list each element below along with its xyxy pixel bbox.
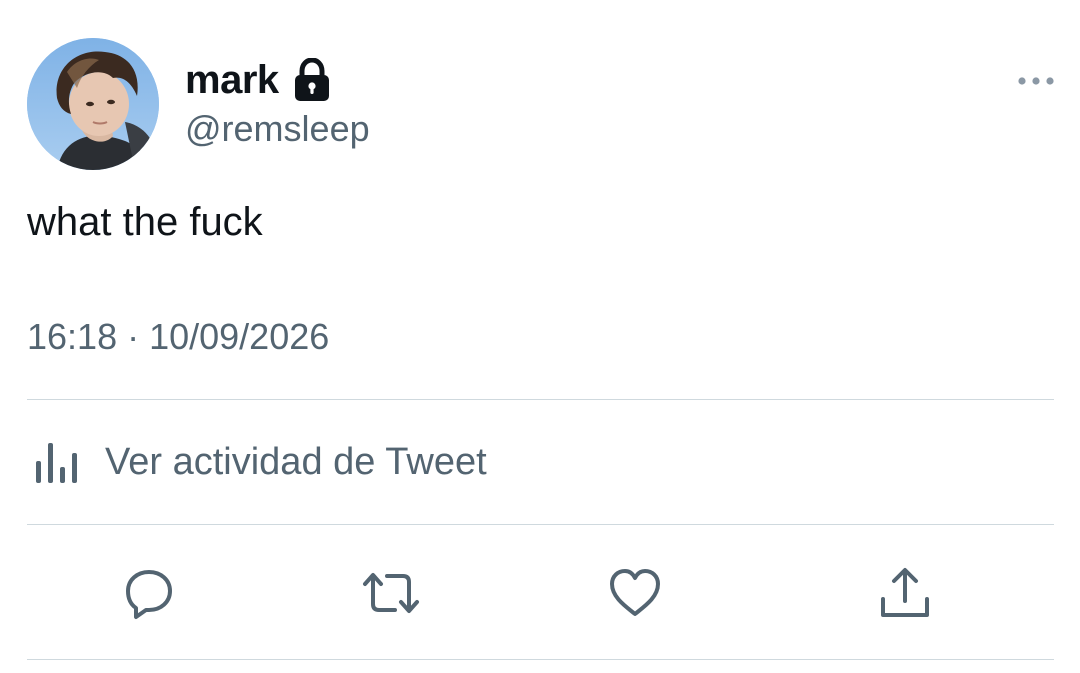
reply-icon (122, 566, 176, 625)
like-button[interactable] (605, 565, 665, 625)
user-handle[interactable]: @remsleep (185, 108, 370, 150)
divider (27, 659, 1054, 660)
tweet-text: what the fuck (27, 200, 263, 244)
retweet-icon (359, 566, 423, 625)
view-tweet-activity-link[interactable]: Ver actividad de Tweet (27, 400, 1054, 524)
reply-button[interactable] (119, 565, 179, 625)
tweet-timestamp[interactable]: 16:18 · 10/09/2026 (27, 316, 329, 358)
view-tweet-activity-label: Ver actividad de Tweet (105, 440, 487, 483)
heart-icon (607, 566, 663, 625)
avatar[interactable] (27, 38, 159, 170)
display-name[interactable]: mark (185, 58, 279, 103)
lock-icon (293, 57, 331, 103)
tweet-detail: mark @remsleep what the fuck 16:18 · 10/… (0, 0, 1080, 673)
share-button[interactable] (875, 565, 935, 625)
bar-chart-icon (27, 436, 89, 488)
display-name-row: mark (185, 54, 331, 106)
share-icon (877, 565, 933, 626)
tweet-action-bar (27, 525, 1054, 659)
more-icon[interactable] (1014, 70, 1058, 92)
retweet-button[interactable] (361, 565, 421, 625)
